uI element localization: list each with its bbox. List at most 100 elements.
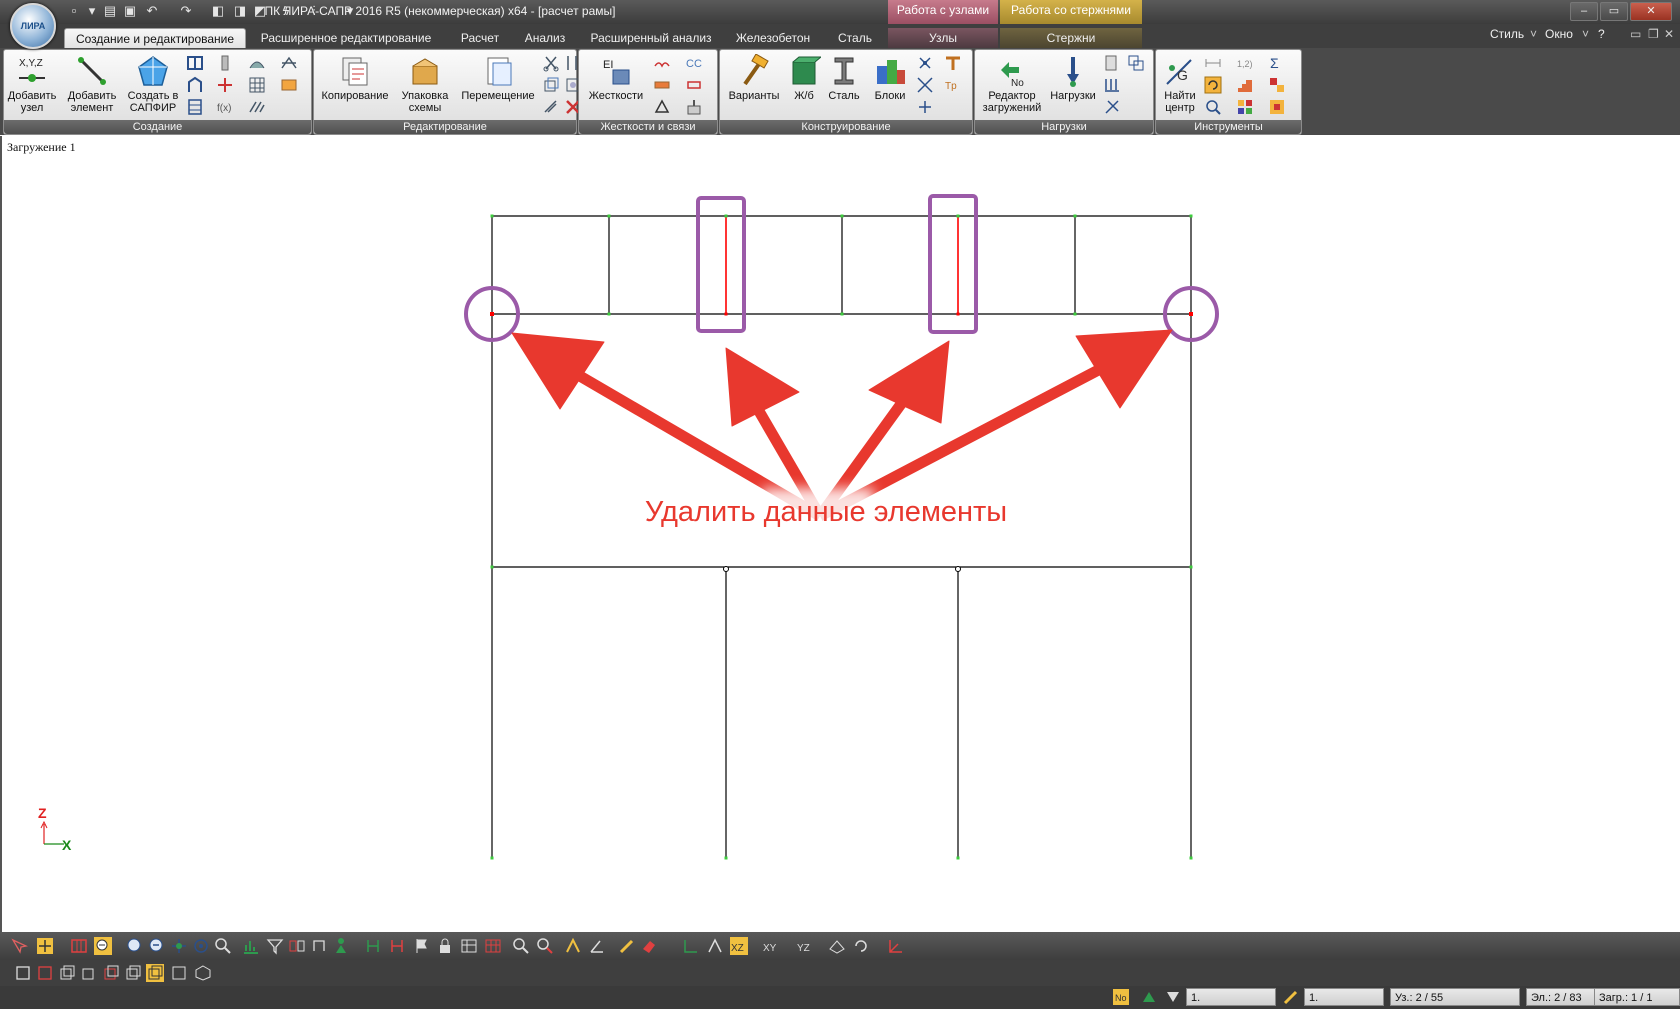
person-icon[interactable] (332, 937, 350, 955)
node[interactable] (1073, 312, 1077, 316)
selected-node[interactable] (1189, 312, 1193, 316)
rotate-icon[interactable] (542, 76, 560, 94)
tab-steel[interactable]: Сталь (830, 28, 880, 48)
copy-button[interactable]: Копирование (318, 52, 392, 118)
load-editor-button[interactable]: No Редактор загружений (979, 52, 1045, 118)
search-icon[interactable] (512, 937, 530, 955)
projection-yz-icon[interactable]: YZ (796, 937, 814, 955)
rotate-view-icon[interactable] (192, 937, 210, 955)
minimize-button[interactable]: – (1570, 2, 1598, 21)
grid-icon[interactable] (186, 54, 204, 72)
node[interactable] (724, 312, 728, 316)
load-case-combo[interactable]: 1. (1186, 988, 1276, 1006)
weld-icon[interactable] (916, 98, 934, 116)
chart-view-icon[interactable] (242, 937, 260, 955)
style-menu-arrow[interactable]: ˅ (1530, 27, 1537, 41)
mosaic-icon[interactable] (1268, 98, 1286, 116)
arch-icon[interactable] (248, 54, 266, 72)
move-button[interactable]: Перемещение (460, 52, 536, 118)
cube-front-icon[interactable] (58, 964, 76, 982)
tab-advanced-analysis[interactable]: Расширенный анализ (586, 28, 716, 48)
tab-analysis[interactable]: Анализ (516, 28, 574, 48)
view-zoom-icon[interactable] (214, 937, 232, 955)
filter-icon[interactable] (266, 937, 284, 955)
window-menu-arrow[interactable]: ˅ (1582, 27, 1589, 41)
style-menu[interactable]: Стиль (1490, 27, 1524, 41)
load-status-icon[interactable]: No (1112, 988, 1130, 1006)
stiffness-button[interactable]: EI Жесткости (583, 52, 649, 118)
selected-node[interactable] (490, 312, 494, 316)
palette-icon[interactable] (1236, 98, 1254, 116)
brace-icon[interactable] (916, 76, 934, 94)
add-element-button[interactable]: Добавить элемент (64, 52, 120, 118)
axes-move-icon[interactable] (706, 937, 724, 955)
arrow-up-icon[interactable] (1140, 988, 1158, 1006)
pan-icon[interactable] (36, 937, 54, 955)
rotate-3d-icon[interactable] (852, 937, 870, 955)
node[interactable] (490, 856, 494, 860)
color-scale-icon[interactable] (1268, 76, 1286, 94)
load-copy-icon[interactable] (1127, 54, 1145, 72)
tab-calculation[interactable]: Расчет (452, 28, 508, 48)
cube-back-icon[interactable] (124, 964, 142, 982)
hinge-node[interactable] (723, 566, 729, 572)
node[interactable] (490, 214, 494, 218)
support-icon[interactable] (653, 98, 671, 116)
grid-view-icon[interactable] (484, 937, 502, 955)
truss-icon[interactable] (280, 54, 298, 72)
restore-button[interactable]: ▭ (1600, 2, 1628, 21)
rc-button[interactable]: Ж/б (786, 52, 822, 118)
fit-icon[interactable] (170, 937, 188, 955)
add-node-button[interactable]: X,Y,Z Добавить узел (6, 52, 58, 118)
refresh-icon[interactable] (1204, 76, 1222, 94)
zoom-minus-icon[interactable] (148, 937, 166, 955)
hinge-icon[interactable] (653, 54, 671, 72)
cube-active-icon[interactable] (146, 964, 164, 982)
pencil-icon[interactable] (618, 937, 636, 955)
zoom-region-icon[interactable] (126, 937, 144, 955)
mdi-restore-icon[interactable]: ❐ (1648, 27, 1659, 41)
stairs-icon[interactable] (1236, 76, 1254, 94)
tools-load-icon[interactable] (1103, 98, 1121, 116)
element-filter-icon[interactable] (388, 937, 406, 955)
cube-icon[interactable] (14, 964, 32, 982)
zoom-out-icon[interactable] (94, 937, 112, 955)
select-icon[interactable] (10, 937, 28, 955)
lock-icon[interactable] (436, 937, 454, 955)
formula-icon[interactable]: f(x) (216, 98, 234, 116)
cube-side-icon[interactable] (80, 964, 98, 982)
node[interactable] (840, 214, 844, 218)
node[interactable] (724, 856, 728, 860)
link-icon[interactable]: CC (685, 54, 703, 72)
node[interactable] (1073, 214, 1077, 218)
load-list-icon[interactable] (1103, 54, 1121, 72)
t-section-icon[interactable] (944, 54, 962, 72)
node-filter-icon[interactable] (364, 937, 382, 955)
projection-xy-icon[interactable]: XY (762, 937, 780, 955)
insert-icon[interactable] (685, 76, 703, 94)
angle-icon[interactable] (588, 937, 606, 955)
plate-icon[interactable] (280, 76, 298, 94)
close-button[interactable]: ✕ (1630, 2, 1672, 21)
cube-red-icon[interactable] (36, 964, 54, 982)
loads-button[interactable]: Нагрузки (1047, 52, 1099, 118)
connection-icon[interactable] (916, 54, 934, 72)
cube-iso-icon[interactable] (194, 964, 212, 982)
tab-create-edit[interactable]: Создание и редактирование (64, 28, 246, 49)
projection-xz-icon[interactable]: XZ (730, 937, 748, 955)
arrow-down-icon[interactable] (1164, 988, 1182, 1006)
frame-icon[interactable] (186, 76, 204, 94)
building-icon[interactable] (186, 98, 204, 116)
variants-button[interactable]: Варианты (724, 52, 784, 118)
model-viewport[interactable]: Загружение 1 Удалить данные элементы Z X (0, 136, 1680, 932)
edit-combo-icon[interactable] (1282, 988, 1300, 1006)
fragment-icon[interactable] (288, 937, 306, 955)
scissors-icon[interactable] (542, 54, 560, 72)
create-in-sapfir-button[interactable]: Создать в САПФИР (124, 52, 182, 118)
numbering-icon[interactable]: 1,2) (1236, 54, 1254, 72)
cube-bottom-icon[interactable] (170, 964, 188, 982)
axes-icon[interactable] (682, 937, 700, 955)
node[interactable] (1189, 565, 1193, 569)
mesh-icon[interactable] (248, 76, 266, 94)
tab-nodes[interactable]: Узлы (888, 28, 998, 48)
